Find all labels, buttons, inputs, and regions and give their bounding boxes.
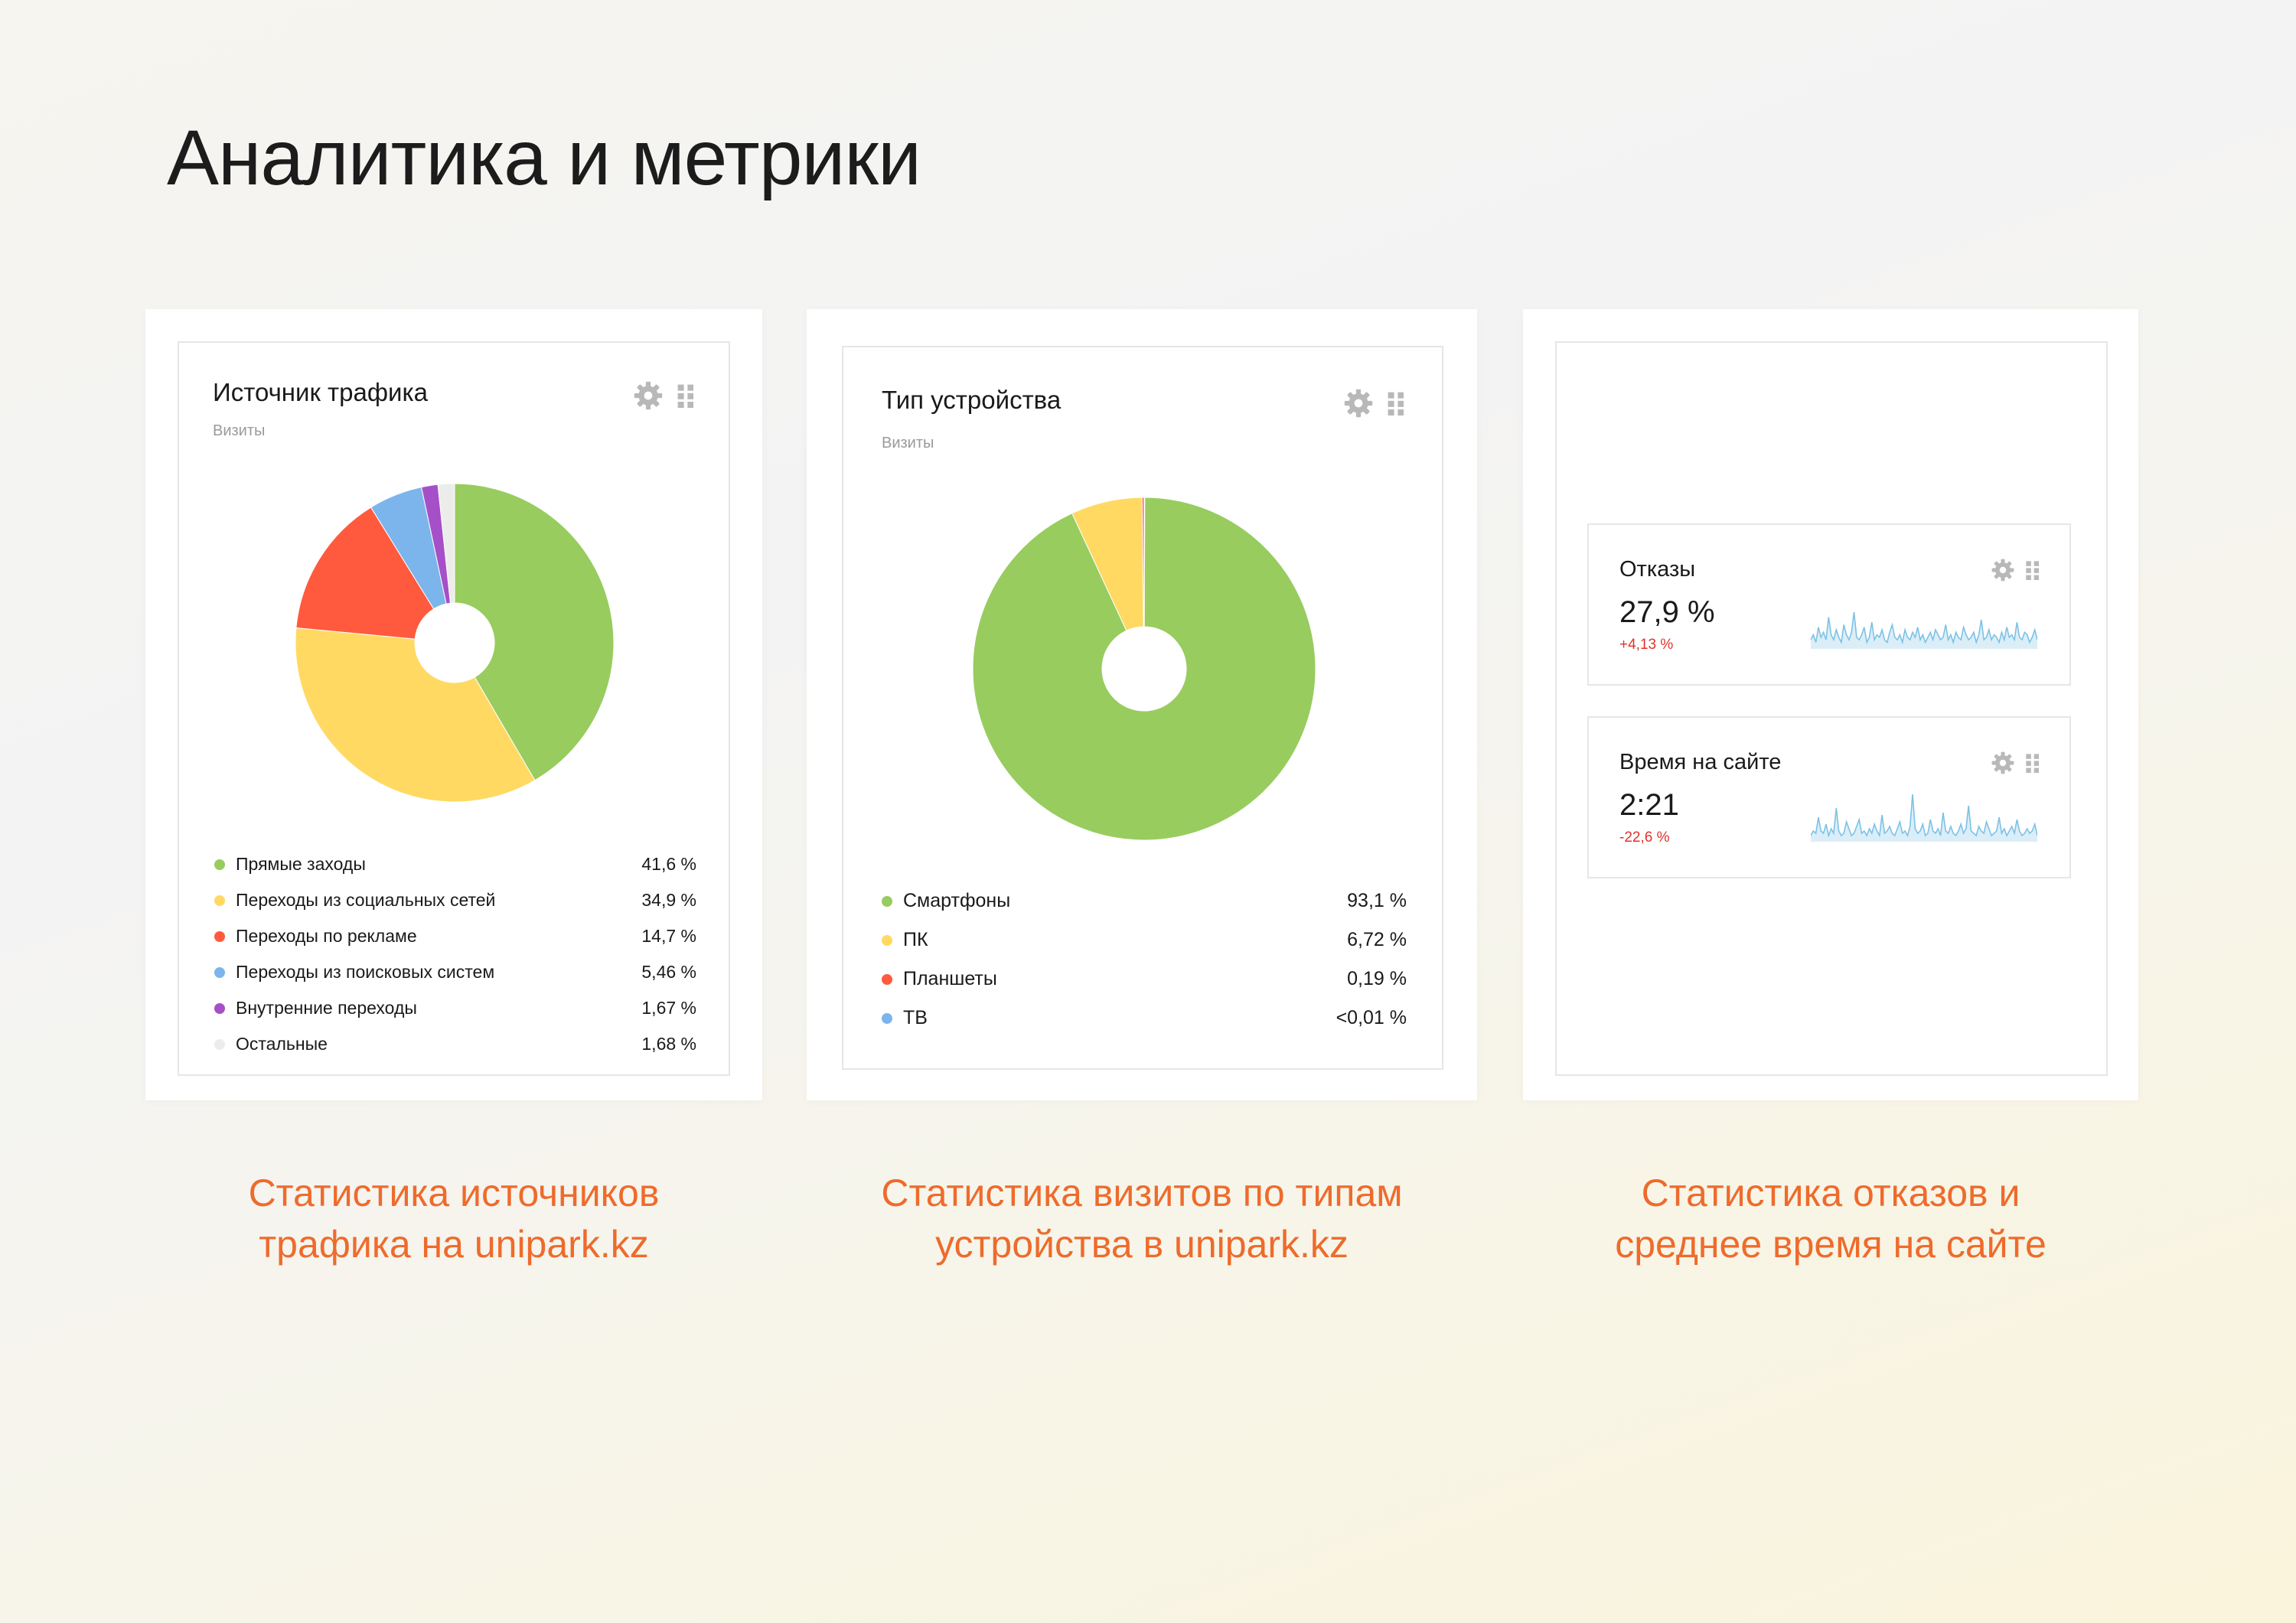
legend-item[interactable]: Переходы из социальных сетей 34,9 % <box>214 882 696 918</box>
time-title: Время на сайте <box>1619 750 1782 774</box>
bounce-sparkline <box>1811 611 2037 649</box>
legend-label: Планшеты <box>903 968 997 989</box>
time-delta: -22,6 % <box>1619 829 1670 846</box>
legend-value: 41,6 % <box>641 854 696 874</box>
time-sparkline-line <box>1811 794 2037 838</box>
legend-value: 5,46 % <box>641 962 696 982</box>
drag-handle-icon[interactable] <box>2025 753 2039 777</box>
legend-item[interactable]: Смартфоны 93,1 % <box>882 882 1407 921</box>
gear-icon[interactable] <box>634 381 663 410</box>
traffic-panel: Источник трафика Визиты Прямые заходы 41,… <box>145 309 762 1100</box>
device-card-tools <box>1344 389 1404 418</box>
legend-label: Прямые заходы <box>236 854 366 874</box>
drag-handle-icon[interactable] <box>677 383 693 408</box>
legend-dot <box>882 934 892 946</box>
legend-dot <box>214 895 225 906</box>
legend-item[interactable]: ПК 6,72 % <box>882 921 1407 960</box>
metrics-card: Отказы 27,9 % +4,13 % Время на сайте 2:2… <box>1555 341 2108 1076</box>
legend-label: ТВ <box>903 1007 928 1028</box>
device-legend: Смартфоны 93,1 % ПК 6,72 % Планшеты 0,19 % ТВ <… <box>882 882 1407 1038</box>
legend-dot <box>214 859 225 870</box>
legend-value: 1,68 % <box>641 1034 696 1054</box>
legend-dot <box>214 1038 225 1050</box>
gear-icon[interactable] <box>1344 389 1373 418</box>
legend-dot <box>882 895 892 907</box>
gear-icon[interactable] <box>1991 751 2014 778</box>
traffic-card-tools <box>634 381 693 410</box>
bounce-tools <box>1991 559 2039 585</box>
time-sparkline-area <box>1811 794 2037 842</box>
legend-label: Переходы по рекламе <box>236 926 417 946</box>
device-card-title: Тип устройства <box>882 386 1062 414</box>
legend-label: Остальные <box>236 1034 328 1054</box>
traffic-card-subtitle: Визиты <box>213 422 266 439</box>
legend-value: 14,7 % <box>641 926 696 946</box>
legend-value: 1,67 % <box>641 998 696 1018</box>
gear-icon[interactable] <box>1991 559 2014 585</box>
time-value: 2:21 <box>1619 788 1679 822</box>
legend-value: 0,19 % <box>1347 968 1407 989</box>
legend-item[interactable]: Переходы по рекламе 14,7 % <box>214 918 696 954</box>
legend-label: Внутренние переходы <box>236 998 417 1018</box>
legend-item[interactable]: Прямые заходы 41,6 % <box>214 846 696 882</box>
bounce-value: 27,9 % <box>1619 595 1715 629</box>
legend-dot <box>214 966 225 978</box>
traffic-card-title: Источник трафика <box>213 378 428 406</box>
traffic-legend: Прямые заходы 41,6 % Переходы из социальны… <box>214 846 696 1062</box>
legend-dot <box>214 1002 225 1014</box>
device-pie-slice-3[interactable] <box>1143 497 1146 627</box>
time-sparkline <box>1811 794 2037 842</box>
legend-value: 34,9 % <box>641 890 696 910</box>
legend-item[interactable]: ТВ <0,01 % <box>882 999 1407 1038</box>
drag-handle-icon[interactable] <box>1387 391 1404 416</box>
legend-label: Переходы из поисковых систем <box>236 962 495 982</box>
time-widget: Время на сайте 2:21 -22,6 % <box>1587 716 2071 878</box>
legend-label: ПК <box>903 929 928 950</box>
legend-value: 93,1 % <box>1347 890 1407 911</box>
page-title: Аналитика и метрики <box>167 114 921 201</box>
traffic-pie-chart <box>295 483 615 803</box>
legend-item[interactable]: Переходы из поисковых систем 5,46 % <box>214 954 696 990</box>
device-caption: Статистика визитов по типам устройства в… <box>881 1172 1403 1266</box>
legend-label: Смартфоны <box>903 890 1011 911</box>
traffic-card: Источник трафика Визиты Прямые заходы 41,… <box>178 341 730 1076</box>
metrics-caption: Статистика отказов и среднее время на са… <box>1615 1172 2047 1266</box>
time-tools <box>1991 751 2039 778</box>
legend-item[interactable]: Остальные 1,68 % <box>214 1026 696 1062</box>
legend-value: 6,72 % <box>1347 929 1407 950</box>
metrics-panel: Отказы 27,9 % +4,13 % Время на сайте 2:2… <box>1523 309 2138 1100</box>
bounce-title: Отказы <box>1619 557 1696 582</box>
device-card: Тип устройства Визиты Смартфоны 93,1 % ПК 6… <box>842 346 1443 1070</box>
legend-dot <box>214 930 225 942</box>
legend-label: Переходы из социальных сетей <box>236 890 496 910</box>
legend-value: <0,01 % <box>1336 1007 1407 1028</box>
traffic-caption: Статистика источников трафика на unipark… <box>248 1172 660 1266</box>
legend-dot <box>882 973 892 985</box>
bounce-delta: +4,13 % <box>1619 637 1674 653</box>
drag-handle-icon[interactable] <box>2025 560 2039 584</box>
legend-item[interactable]: Внутренние переходы 1,67 % <box>214 990 696 1026</box>
device-pie-chart <box>972 497 1316 841</box>
device-panel: Тип устройства Визиты Смартфоны 93,1 % ПК 6… <box>807 309 1477 1100</box>
bounce-widget: Отказы 27,9 % +4,13 % <box>1587 523 2071 686</box>
device-card-subtitle: Визиты <box>882 435 934 451</box>
legend-item[interactable]: Планшеты 0,19 % <box>882 960 1407 999</box>
legend-dot <box>882 1012 892 1024</box>
